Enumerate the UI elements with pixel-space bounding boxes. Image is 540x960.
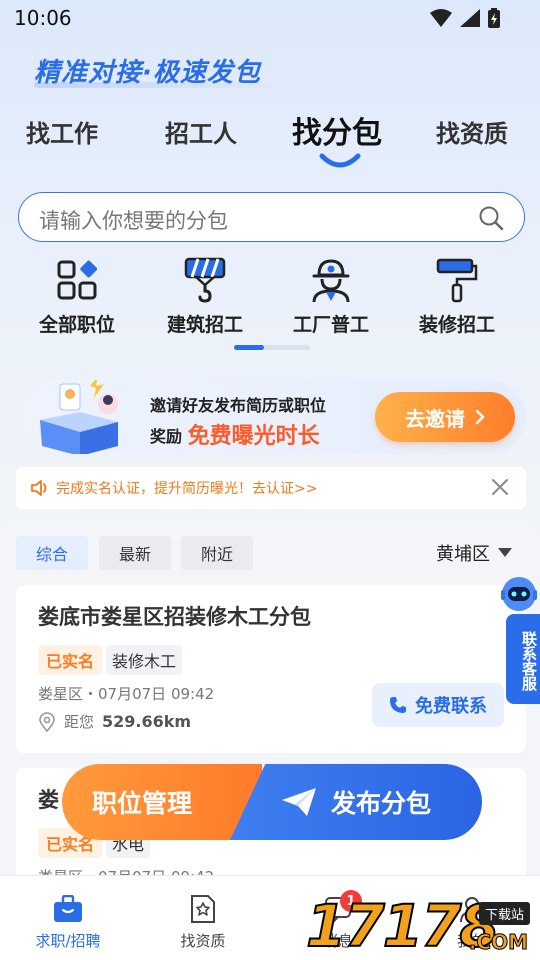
invite-button-label: 去邀请	[405, 406, 465, 431]
category-label: 全部职位	[38, 314, 115, 336]
job-type-tag: 装修木工	[106, 645, 183, 675]
status-icons	[430, 8, 500, 28]
filter-latest[interactable]: 最新	[99, 536, 171, 570]
gift-box-illustration-icon	[40, 380, 118, 454]
job-meta: 娄星区・07月07日 09:42	[38, 685, 215, 703]
worker-helmet-icon	[312, 259, 350, 303]
nav-label: 找资质	[180, 932, 226, 950]
filter-nearby[interactable]: 附近	[181, 536, 253, 570]
customer-service-label: 联系客服	[506, 614, 540, 704]
signal-icon	[460, 9, 480, 27]
nav-qualification[interactable]: 找资质	[153, 894, 253, 951]
category-label: 建筑招工	[166, 314, 243, 336]
briefcase-icon	[54, 895, 82, 922]
invite-banner[interactable]: 邀请好友发布简历或职位 奖励 免费曝光时长 去邀请	[20, 380, 526, 454]
region-label: 黄埔区	[436, 544, 490, 565]
distance-prefix: 距您	[64, 713, 95, 731]
banner-reward-highlight: 免费曝光时长	[187, 424, 320, 449]
category-decoration[interactable]: 装修招工	[402, 256, 512, 337]
floating-action-bar: 职位管理 发布分包	[62, 764, 482, 840]
nav-label: 求职/招聘	[35, 932, 101, 950]
slogan: 精准对接·极速发包	[34, 58, 261, 88]
notice-text: 完成实名认证，提升简历曝光！去认证>>	[56, 481, 318, 497]
category-label: 装修招工	[418, 314, 495, 336]
publish-subcontract-button[interactable]: 发布分包	[230, 764, 482, 840]
banner-reward-prefix: 奖励	[150, 427, 183, 446]
filter-comprehensive[interactable]: 综合	[16, 536, 88, 570]
contact-label: 免费联系	[415, 696, 487, 717]
tab-find-work[interactable]: 找工作	[26, 114, 98, 149]
manage-jobs-button[interactable]: 职位管理	[62, 764, 262, 840]
distance-value: 529.66km	[102, 712, 192, 731]
tab-active-indicator	[319, 153, 361, 168]
tab-find-subcontract[interactable]: 找分包	[292, 108, 382, 152]
search-input[interactable]: 请输入你想要的分包	[18, 192, 525, 242]
site-watermark: 17178 下载站 .COM	[305, 891, 536, 960]
robot-icon	[501, 577, 537, 611]
job-title: 娄	[38, 788, 59, 812]
search-placeholder: 请输入你想要的分包	[39, 209, 228, 233]
category-factory[interactable]: 工厂普工	[276, 256, 386, 337]
triangle-down-icon	[498, 548, 512, 557]
manage-jobs-label: 职位管理	[92, 789, 193, 818]
speaker-icon	[31, 480, 47, 496]
certificate-icon	[191, 895, 215, 923]
chevron-right-icon	[475, 409, 485, 425]
publish-label: 发布分包	[330, 789, 431, 818]
location-pin-icon	[39, 711, 55, 732]
category-construction[interactable]: 建筑招工	[150, 256, 260, 337]
top-tabs: 找工作 招工人 找分包 找资质	[0, 114, 540, 166]
paint-roller-icon	[436, 258, 478, 303]
close-icon[interactable]	[490, 477, 510, 497]
verify-notice[interactable]: 完成实名认证，提升简历曝光！去认证>>	[16, 467, 526, 509]
category-label: 工厂普工	[292, 314, 369, 336]
crane-hook-icon	[184, 257, 226, 303]
grid-icon	[57, 260, 97, 300]
watermark-tag: 下载站	[478, 902, 530, 925]
paper-plane-icon	[281, 788, 316, 816]
category-all-jobs[interactable]: 全部职位	[22, 256, 132, 337]
battery-icon	[488, 8, 500, 28]
banner-line1: 邀请好友发布简历或职位	[150, 396, 327, 415]
banner-line2: 奖励 免费曝光时长	[150, 417, 320, 449]
free-contact-button[interactable]: 免费联系	[372, 683, 504, 727]
nav-job-recruit[interactable]: 求职/招聘	[18, 894, 118, 951]
job-distance: 距您 529.66km	[38, 711, 191, 732]
job-card[interactable]: 娄底市娄星区招装修木工分包 已实名 装修木工 娄星区・07月07日 09:42 …	[16, 585, 526, 753]
customer-service-widget[interactable]: 联系客服	[500, 574, 540, 704]
tab-recruit[interactable]: 招工人	[165, 114, 237, 149]
category-grid: 全部职位 建筑招工 工厂普工 装修招工	[0, 256, 540, 336]
wifi-icon	[430, 9, 452, 27]
category-pager	[234, 345, 310, 350]
tab-find-qualification[interactable]: 找资质	[436, 114, 508, 149]
job-title: 娄底市娄星区招装修木工分包	[38, 605, 311, 629]
status-bar: 10:06	[0, 0, 540, 36]
region-selector[interactable]: 黄埔区	[436, 540, 512, 566]
watermark-suffix: .COM	[468, 930, 528, 955]
status-time: 10:06	[14, 6, 72, 30]
verified-tag: 已实名	[38, 645, 103, 675]
invite-button[interactable]: 去邀请	[375, 392, 515, 442]
phone-icon	[390, 697, 406, 713]
search-icon[interactable]	[478, 205, 504, 231]
